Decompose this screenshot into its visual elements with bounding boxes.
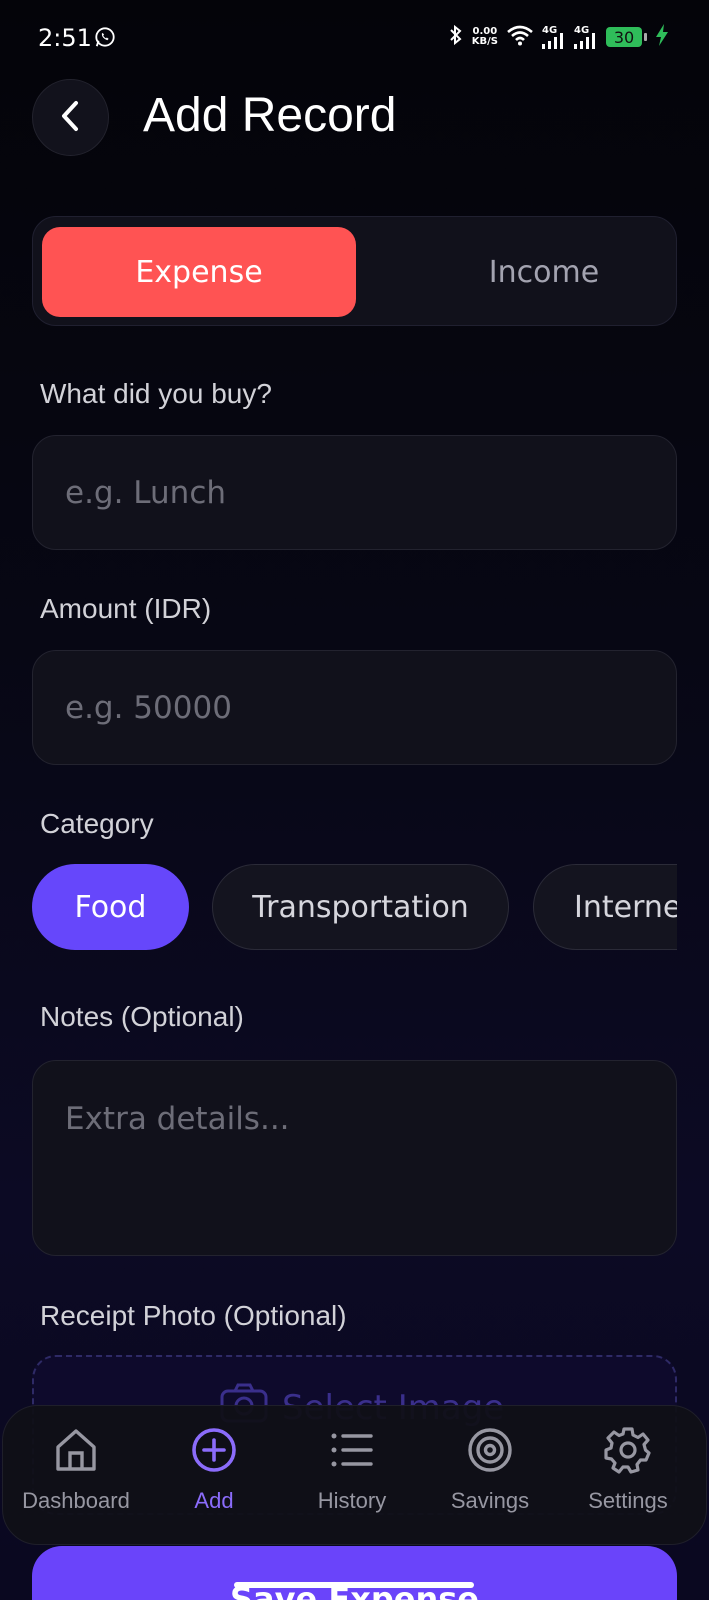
charging-icon bbox=[655, 24, 669, 50]
notes-label: Notes (Optional) bbox=[40, 1001, 244, 1032]
status-bar: 2:51 0.00 KB/S 4G 4G 30 bbox=[0, 0, 709, 76]
nav-label: Dashboard bbox=[22, 1488, 130, 1513]
nav-item-savings[interactable]: Savings bbox=[420, 1424, 560, 1534]
net-speed: 0.00 KB/S bbox=[471, 26, 498, 47]
category-chip-food[interactable]: Food bbox=[32, 864, 189, 950]
plus-circle-icon bbox=[190, 1424, 238, 1476]
category-chips: Food Transportation Internet bbox=[32, 864, 677, 952]
category-chip-transportation[interactable]: Transportation bbox=[212, 864, 509, 950]
list-icon bbox=[329, 1424, 375, 1476]
nav-item-settings[interactable]: Settings bbox=[558, 1424, 698, 1534]
amount-field bbox=[32, 650, 677, 765]
nav-label: Add bbox=[194, 1488, 234, 1513]
amount-label: Amount (IDR) bbox=[40, 593, 212, 624]
target-icon bbox=[466, 1424, 514, 1476]
back-button[interactable] bbox=[32, 79, 109, 156]
tab-income[interactable]: Income bbox=[387, 227, 701, 317]
wifi-icon bbox=[506, 24, 534, 50]
nav-label: History bbox=[317, 1488, 387, 1513]
notes-input[interactable] bbox=[33, 1061, 676, 1255]
item-field bbox=[32, 435, 677, 550]
page-title: Add Record bbox=[143, 89, 397, 142]
battery-icon: 30 bbox=[606, 27, 642, 47]
tab-expense[interactable]: Expense bbox=[42, 227, 356, 317]
notes-field bbox=[32, 1060, 677, 1256]
signal-icon-1: 4G bbox=[542, 25, 566, 49]
signal-icon-2: 4G bbox=[574, 25, 598, 49]
category-chip-internet[interactable]: Internet bbox=[533, 864, 677, 950]
item-input[interactable] bbox=[33, 436, 676, 549]
home-icon bbox=[54, 1424, 98, 1476]
save-button[interactable]: Save Expense bbox=[32, 1546, 677, 1600]
gear-icon bbox=[603, 1424, 653, 1476]
receipt-label: Receipt Photo (Optional) bbox=[40, 1300, 347, 1331]
bottom-nav: Dashboard Add History Savings Settings bbox=[2, 1405, 707, 1545]
status-time: 2:51 bbox=[38, 24, 92, 52]
bluetooth-icon bbox=[448, 24, 464, 50]
chevron-left-icon bbox=[58, 99, 84, 137]
home-indicator[interactable] bbox=[234, 1582, 474, 1588]
item-label: What did you buy? bbox=[40, 378, 272, 409]
nav-label: Savings bbox=[450, 1488, 530, 1513]
category-label: Category bbox=[40, 808, 154, 839]
whatsapp-icon bbox=[94, 26, 116, 52]
nav-item-history[interactable]: History bbox=[282, 1424, 422, 1534]
nav-label: Settings bbox=[588, 1488, 668, 1513]
status-icons: 0.00 KB/S 4G 4G 30 bbox=[448, 24, 669, 50]
nav-item-dashboard[interactable]: Dashboard bbox=[6, 1424, 146, 1534]
amount-input[interactable] bbox=[33, 651, 676, 764]
nav-item-add[interactable]: Add bbox=[144, 1424, 284, 1534]
type-toggle: Expense Income bbox=[32, 216, 677, 326]
battery-cap bbox=[644, 33, 647, 41]
